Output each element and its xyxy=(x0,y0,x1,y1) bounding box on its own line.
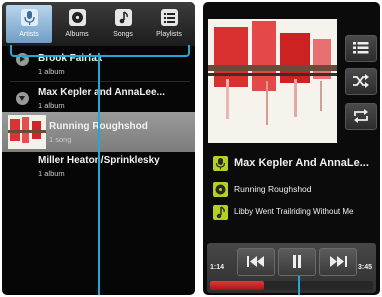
album-thumbnail xyxy=(8,115,46,149)
previous-button[interactable] xyxy=(237,248,275,276)
total-time: 3:45 xyxy=(358,264,373,271)
pause-button[interactable] xyxy=(278,248,316,276)
tab-label: Playlists xyxy=(156,31,182,38)
progress-bar[interactable] xyxy=(210,281,373,290)
artist-name: Max Kepler And AnnaLe... xyxy=(234,157,369,169)
music-note-icon xyxy=(115,9,132,26)
album-icon xyxy=(213,182,228,197)
album-count: 1 album xyxy=(38,67,65,76)
album-icon xyxy=(69,9,86,26)
elapsed-time: 1:14 xyxy=(210,264,225,271)
tab-albums[interactable]: Albums xyxy=(54,5,100,43)
playback-controls: 1:14 3:45 xyxy=(207,243,376,293)
song-count: 1 song xyxy=(49,135,72,144)
tab-label: Albums xyxy=(65,31,89,38)
tab-artists[interactable]: Artists xyxy=(6,5,52,43)
progress-fill xyxy=(210,281,264,290)
music-note-icon xyxy=(213,205,228,220)
track-title: Libby Went Trailriding Without Me xyxy=(234,207,354,216)
tab-playlists[interactable]: Playlists xyxy=(146,5,192,43)
tab-bar-highlight xyxy=(10,45,190,57)
tab-songs[interactable]: Songs xyxy=(100,5,146,43)
expand-arrow-icon[interactable] xyxy=(16,92,29,105)
album-count: 1 album xyxy=(38,169,65,178)
divider xyxy=(10,81,190,82)
repeat-button[interactable] xyxy=(345,103,377,130)
artist-name: Max Kepler and AnnaLee... xyxy=(38,87,165,98)
album-count: 1 album xyxy=(38,101,65,110)
album-art xyxy=(208,19,337,143)
library-tab-bar: Artists Albums Songs Playlists xyxy=(2,2,195,46)
queue-button[interactable] xyxy=(345,35,377,62)
microphone-icon xyxy=(21,9,38,26)
next-button[interactable] xyxy=(319,248,357,276)
callout-line xyxy=(98,53,100,295)
microphone-icon xyxy=(213,156,228,171)
tab-label: Artists xyxy=(19,31,39,38)
now-playing-screen: Max Kepler And AnnaLe... Running Roughsh… xyxy=(203,2,380,295)
tab-label: Songs xyxy=(113,31,133,38)
shuffle-button[interactable] xyxy=(345,68,377,95)
callout-line xyxy=(298,276,300,295)
playlist-icon xyxy=(161,9,178,26)
album-name: Running Roughshod xyxy=(234,184,312,194)
